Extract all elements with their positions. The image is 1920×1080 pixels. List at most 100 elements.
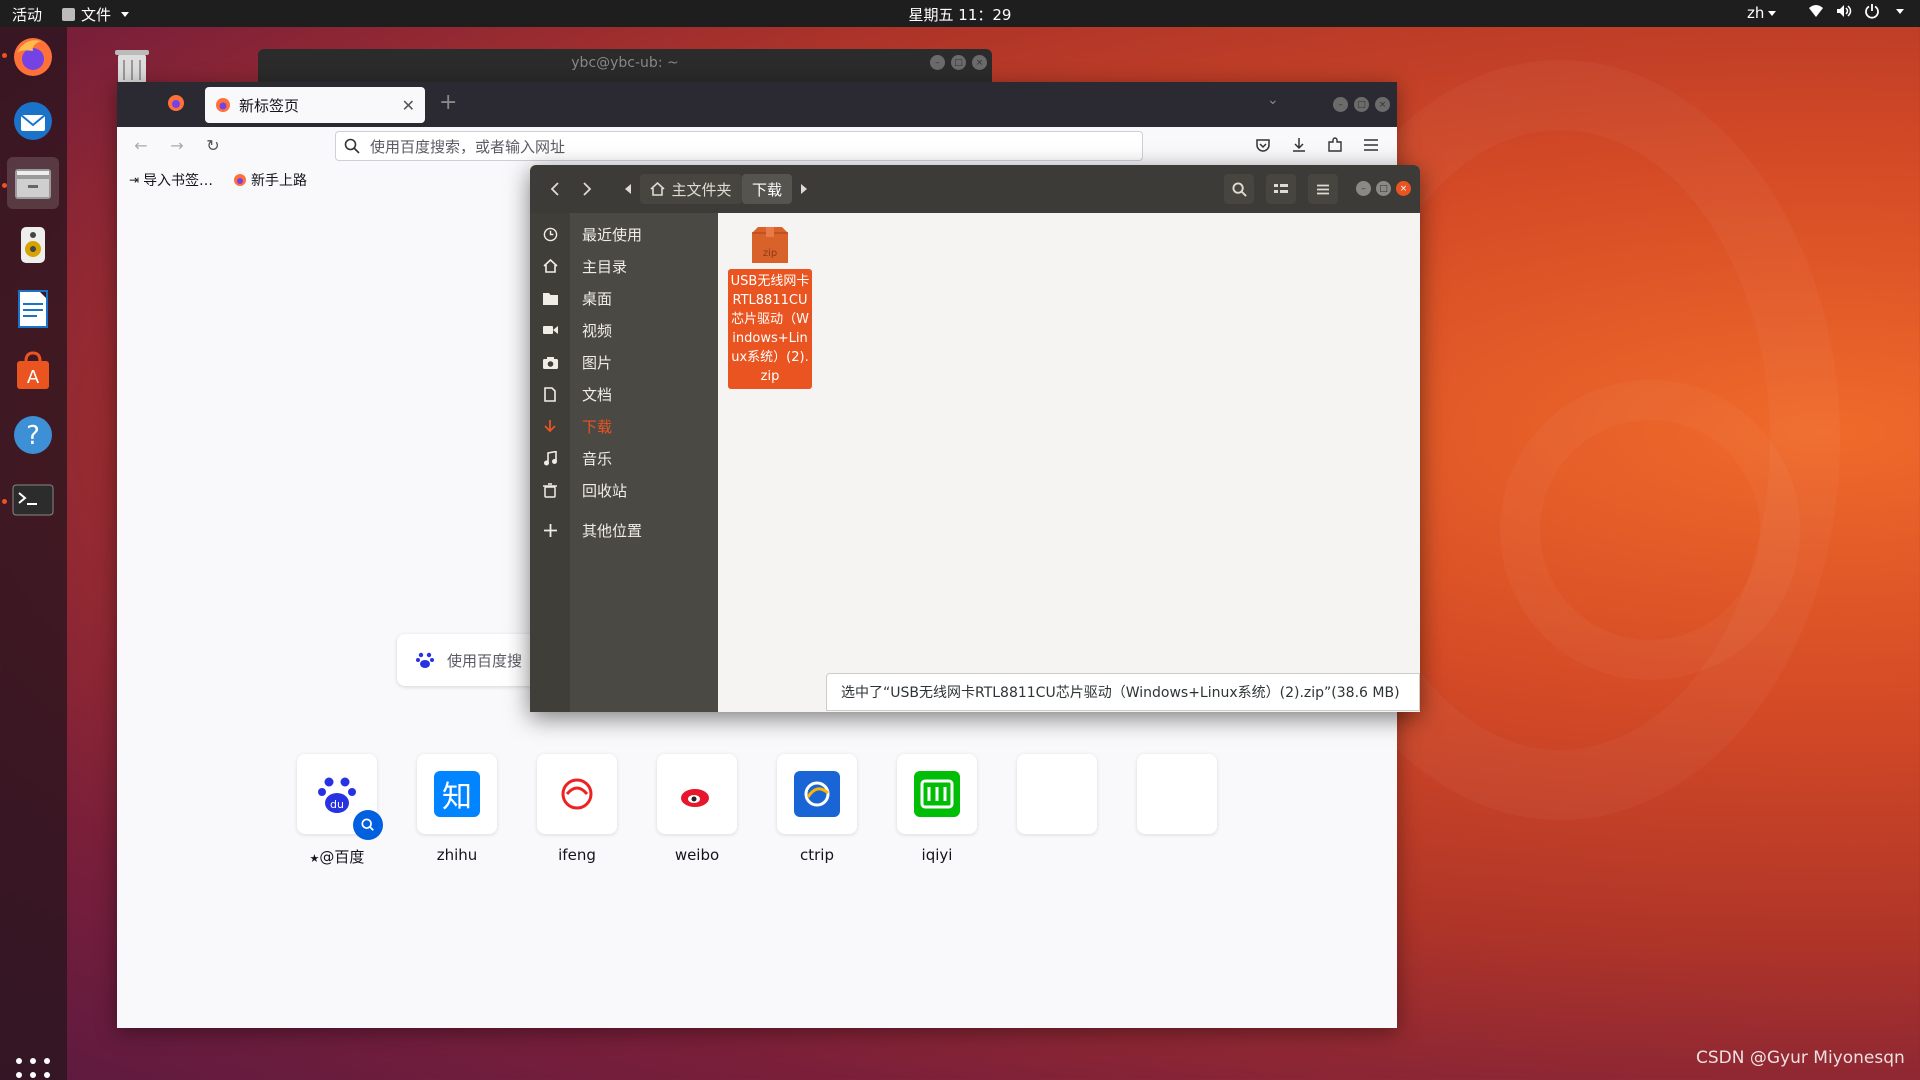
sidebar-item-videos[interactable]: 视频 — [530, 315, 718, 345]
search-placeholder: 使用百度搜 — [447, 651, 523, 670]
back-button[interactable] — [542, 174, 568, 204]
system-tray[interactable] — [1808, 3, 1904, 19]
zip-archive-icon: zip — [748, 225, 792, 265]
ifeng-icon — [561, 778, 593, 810]
sidebar-item-desktop[interactable]: 桌面 — [530, 283, 718, 313]
minimize-button[interactable]: – — [1356, 181, 1371, 196]
camera-icon — [542, 356, 558, 369]
sidebar-item-music[interactable]: 音乐 — [530, 443, 718, 473]
site-label: weibo — [674, 846, 720, 864]
top-site-empty[interactable] — [1137, 754, 1217, 834]
close-button[interactable]: × — [972, 55, 987, 70]
top-site-empty[interactable] — [1017, 754, 1097, 834]
thunderbird-icon — [14, 102, 52, 140]
files-launcher[interactable] — [7, 157, 59, 209]
chevron-right-icon — [583, 182, 592, 196]
sidebar-item-downloads[interactable]: 下载 — [530, 411, 718, 441]
breadcrumb-home[interactable]: 主文件夹 — [640, 174, 742, 204]
top-site-zhihu[interactable]: 知 zhihu — [417, 754, 497, 864]
bookmark-label: 新手上路 — [251, 173, 307, 189]
iqiyi-icon — [914, 771, 960, 817]
terminal-launcher[interactable] — [7, 473, 59, 525]
path-scroll-left[interactable] — [618, 174, 638, 204]
maximize-button[interactable]: □ — [1354, 97, 1369, 112]
sidebar-item-label: 下载 — [582, 417, 613, 436]
top-site-ifeng[interactable]: ifeng — [537, 754, 617, 864]
close-button[interactable]: × — [1396, 181, 1411, 196]
chevron-left-icon — [550, 182, 559, 196]
volume-icon — [1837, 5, 1852, 17]
language-indicator[interactable]: zh — [1747, 4, 1777, 22]
search-icon — [1231, 181, 1247, 197]
firefox-view-button[interactable] — [167, 94, 185, 116]
top-site-ctrip[interactable]: ctrip — [777, 754, 857, 864]
file-item[interactable]: zip USB无线网卡RTL8811CU芯片驱动（Windows+Linux系统… — [728, 225, 812, 389]
forward-button[interactable]: → — [163, 131, 191, 159]
rhythmbox-launcher[interactable] — [7, 219, 59, 271]
site-tile: 知 — [417, 754, 497, 834]
firefox-icon — [14, 38, 52, 76]
back-button[interactable]: ← — [127, 131, 155, 159]
bookmark-getting-started[interactable]: 新手上路 — [233, 170, 307, 190]
minimize-button[interactable]: – — [930, 55, 945, 70]
bookmark-import[interactable]: ⇥ 导入书签… — [129, 170, 213, 190]
close-button[interactable]: × — [1375, 97, 1390, 112]
document-icon — [544, 386, 556, 402]
firefox-launcher[interactable] — [7, 31, 59, 83]
sidebar-item-label: 图片 — [582, 353, 613, 372]
downloads-button[interactable] — [1285, 131, 1313, 159]
sidebar-item-other-locations[interactable]: 其他位置 — [530, 515, 718, 545]
pocket-button[interactable] — [1249, 131, 1277, 159]
site-tile — [1137, 754, 1217, 834]
path-scroll-right[interactable] — [794, 174, 814, 204]
menu-button[interactable] — [1357, 131, 1385, 159]
top-site-iqiyi[interactable]: iqiyi — [897, 754, 977, 864]
maximize-button[interactable]: □ — [1376, 181, 1391, 196]
desktop-trash-icon[interactable] — [110, 46, 154, 86]
sidebar-item-pictures[interactable]: 图片 — [530, 347, 718, 377]
help-launcher[interactable]: ? — [7, 409, 59, 461]
close-tab-icon[interactable]: ✕ — [402, 96, 415, 115]
activities-button[interactable]: 活动 — [12, 4, 42, 25]
baidu-icon — [416, 652, 434, 668]
top-site-baidu[interactable]: du ★@百度 — [297, 754, 383, 867]
view-toggle-button[interactable] — [1266, 174, 1296, 204]
top-site-weibo[interactable]: weibo — [657, 754, 737, 864]
sidebar-item-trash[interactable]: 回收站 — [530, 475, 718, 505]
baidu-icon: du — [318, 777, 356, 813]
thunderbird-launcher[interactable] — [7, 95, 59, 147]
tab-new-tab[interactable]: 新标签页 ✕ — [205, 87, 425, 123]
site-label: iqiyi — [921, 846, 953, 864]
site-tile — [1017, 754, 1097, 834]
show-applications-button[interactable] — [16, 1058, 50, 1080]
top-bar: 活动 文件 星期五 11：29 zh — [0, 0, 1920, 27]
forward-button[interactable] — [574, 174, 600, 204]
folder-icon — [542, 292, 558, 305]
sidebar-item-recent[interactable]: 最近使用 — [530, 219, 718, 249]
list-tabs-button[interactable]: ⌄ — [1267, 92, 1279, 108]
search-button[interactable] — [1224, 174, 1254, 204]
site-tile — [657, 754, 737, 834]
sidebar-item-documents[interactable]: 文档 — [530, 379, 718, 409]
ctrip-icon — [794, 771, 840, 817]
menu-button[interactable] — [1308, 174, 1338, 204]
extensions-button[interactable] — [1321, 131, 1349, 159]
url-bar[interactable]: 使用百度搜索，或者输入网址 — [335, 131, 1143, 161]
clock[interactable]: 星期五 11：29 — [909, 6, 1012, 24]
writer-launcher[interactable] — [7, 283, 59, 335]
file-view[interactable]: zip USB无线网卡RTL8811CU芯片驱动（Windows+Linux系统… — [718, 213, 1420, 712]
breadcrumb-current[interactable]: 下载 — [742, 174, 792, 204]
help-icon: ? — [14, 416, 52, 454]
download-icon — [1293, 138, 1305, 152]
clock-icon — [543, 227, 557, 241]
chevron-down-icon — [1768, 11, 1777, 16]
app-menu[interactable]: 文件 — [62, 4, 130, 25]
sidebar-item-home[interactable]: 主目录 — [530, 251, 718, 281]
new-tab-button[interactable]: + — [439, 90, 457, 115]
software-launcher[interactable]: A — [7, 345, 59, 397]
maximize-button[interactable]: □ — [951, 55, 966, 70]
reload-button[interactable]: ↻ — [199, 131, 227, 159]
minimize-button[interactable]: – — [1333, 97, 1348, 112]
nav-toolbar: ← → ↻ 使用百度搜索，或者输入网址 — [117, 127, 1397, 164]
sidebar-item-label: 音乐 — [582, 449, 613, 468]
